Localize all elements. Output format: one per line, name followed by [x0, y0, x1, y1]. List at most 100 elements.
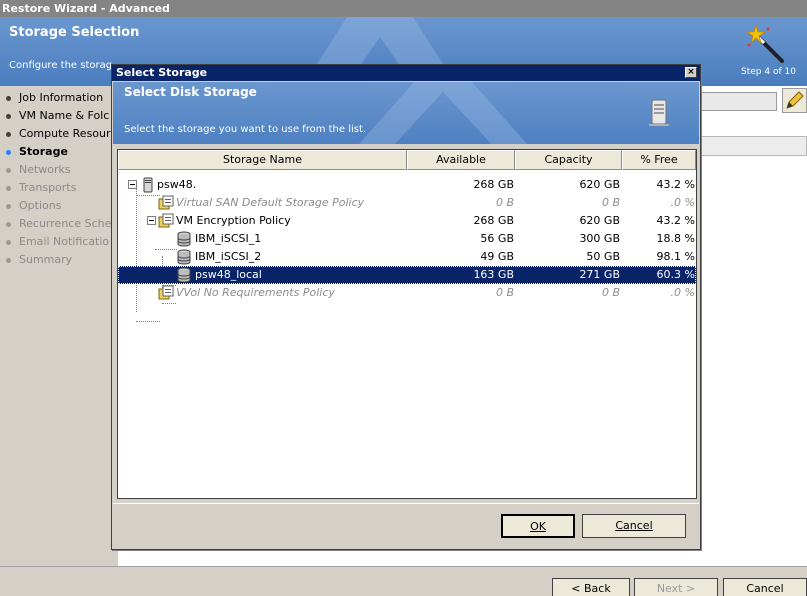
bullet-icon: [6, 257, 11, 263]
storage-name: psw48_local: [195, 268, 262, 281]
nav-item-label: Email Notificatio: [19, 235, 110, 248]
column-header-free[interactable]: % Free: [622, 150, 696, 170]
table-row[interactable]: VM Encryption Policy 268 GB 620 GB 43.2 …: [118, 212, 696, 230]
table-row[interactable]: IBM_iSCSI_2 49 GB 50 GB 98.1 %: [118, 248, 696, 266]
step-indicator: Step 4 of 10: [741, 67, 796, 77]
nav-item-label: Options: [19, 199, 62, 212]
capacity-value: 50 GB: [586, 250, 620, 263]
magic-wand-icon: [746, 23, 784, 63]
nav-item-label: Storage: [19, 145, 68, 158]
background-table-header: [697, 136, 807, 156]
dialog-title: Select Storage: [116, 66, 208, 79]
select-storage-dialog: Select Storage × Select Disk Storage Sel…: [111, 64, 701, 550]
datastore-icon: [177, 231, 191, 247]
capacity-value: 620 GB: [579, 178, 620, 191]
tree-line: [136, 321, 160, 322]
nav-item-vm-name-folc[interactable]: VM Name & Folc: [6, 107, 118, 125]
datastore-icon: [177, 267, 191, 283]
dialog-cancel-button[interactable]: Cancel: [582, 514, 686, 538]
free-percent-value: 60.3 %: [656, 268, 695, 281]
column-header-storage-name[interactable]: Storage Name: [118, 150, 407, 170]
policy-icon: [158, 195, 174, 210]
nav-item-storage[interactable]: Storage: [6, 143, 118, 161]
ok-button[interactable]: OK: [501, 514, 575, 538]
nav-item-label: Recurrence Sche: [19, 217, 112, 230]
table-row[interactable]: psw48. 268 GB 620 GB 43.2 %: [118, 176, 696, 194]
policy-icon: [158, 213, 174, 228]
table-header: Storage Name Available Capacity % Free: [118, 150, 696, 170]
bullet-icon: [6, 221, 11, 227]
column-header-capacity[interactable]: Capacity: [515, 150, 622, 170]
cancel-button[interactable]: Cancel: [723, 578, 807, 596]
available-value: 163 GB: [473, 268, 514, 281]
banner-subtitle: Configure the storag: [9, 60, 113, 71]
restore-wizard-window: Restore Wizard - Advanced Storage Select…: [0, 0, 807, 596]
nav-item-label: Transports: [19, 181, 77, 194]
free-percent-value: .0 %: [670, 196, 695, 209]
free-percent-value: 98.1 %: [656, 250, 695, 263]
nav-item-networks[interactable]: Networks: [6, 161, 118, 179]
nav-item-options[interactable]: Options: [6, 197, 118, 215]
background-edit-button: [782, 88, 807, 113]
banner-title: Storage Selection: [9, 25, 140, 40]
table-row[interactable]: IBM_iSCSI_1 56 GB 300 GB 18.8 %: [118, 230, 696, 248]
nav-item-label: Compute Resour: [19, 127, 111, 140]
tree-line: [162, 303, 176, 304]
free-percent-value: 18.8 %: [656, 232, 695, 245]
bullet-icon: [6, 185, 11, 191]
pencil-icon: [786, 91, 804, 109]
dialog-banner-subtitle: Select the storage you want to use from …: [124, 124, 367, 135]
bullet-icon: [6, 239, 11, 245]
capacity-value: 271 GB: [579, 268, 620, 281]
nav-item-label: VM Name & Folc: [19, 109, 110, 122]
bullet-icon: [6, 95, 11, 101]
nav-item-label: Networks: [19, 163, 71, 176]
background-field: [697, 92, 777, 111]
storage-table: Storage Name Available Capacity % Free p…: [117, 149, 697, 499]
bullet-icon: [6, 167, 11, 173]
free-percent-value: 43.2 %: [656, 178, 695, 191]
available-value: 268 GB: [473, 214, 514, 227]
dialog-banner: Select Disk Storage Select the storage y…: [113, 82, 699, 144]
nav-item-label: Summary: [19, 253, 73, 266]
nav-item-summary[interactable]: Summary: [6, 251, 118, 269]
datastore-icon: [177, 249, 191, 265]
available-value: 0 B: [495, 286, 514, 299]
nav-item-job-information[interactable]: Job Information: [6, 89, 118, 107]
dialog-titlebar: Select Storage ×: [112, 65, 700, 81]
capacity-value: 0 B: [601, 196, 620, 209]
collapse-icon[interactable]: [147, 216, 156, 225]
column-header-available[interactable]: Available: [407, 150, 515, 170]
close-icon[interactable]: ×: [685, 67, 697, 78]
bullet-icon: [6, 113, 11, 119]
free-percent-value: .0 %: [670, 286, 695, 299]
dialog-banner-title: Select Disk Storage: [124, 85, 257, 99]
available-value: 49 GB: [480, 250, 514, 263]
window-title: Restore Wizard - Advanced: [0, 0, 807, 17]
server-icon: [649, 99, 669, 126]
storage-name: VVol No Requirements Policy: [176, 286, 335, 299]
storage-name: VM Encryption Policy: [176, 214, 291, 227]
next-button[interactable]: Next >: [634, 578, 718, 596]
policy-icon: [158, 285, 174, 300]
nav-item-recurrence-sche[interactable]: Recurrence Sche: [6, 215, 118, 233]
storage-name: IBM_iSCSI_1: [195, 232, 262, 245]
capacity-value: 620 GB: [579, 214, 620, 227]
bullet-icon: [6, 203, 11, 209]
nav-item-transports[interactable]: Transports: [6, 179, 118, 197]
capacity-value: 0 B: [601, 286, 620, 299]
table-row-selected[interactable]: psw48_local 163 GB 271 GB 60.3 %: [118, 266, 696, 284]
available-value: 268 GB: [473, 178, 514, 191]
table-row[interactable]: VVol No Requirements Policy 0 B 0 B .0 %: [118, 284, 696, 302]
back-button[interactable]: < Back: [552, 578, 630, 596]
nav-item-email-notificatio[interactable]: Email Notificatio: [6, 233, 118, 251]
wizard-nav: Job Information VM Name & Folc Compute Res…: [0, 86, 118, 566]
collapse-icon[interactable]: [128, 180, 137, 189]
free-percent-value: 43.2 %: [656, 214, 695, 227]
available-value: 0 B: [495, 196, 514, 209]
capacity-value: 300 GB: [579, 232, 620, 245]
nav-item-compute-resour[interactable]: Compute Resour: [6, 125, 118, 143]
bullet-icon: [6, 149, 11, 155]
table-row[interactable]: Virtual SAN Default Storage Policy 0 B 0…: [118, 194, 696, 212]
bullet-icon: [6, 131, 11, 137]
